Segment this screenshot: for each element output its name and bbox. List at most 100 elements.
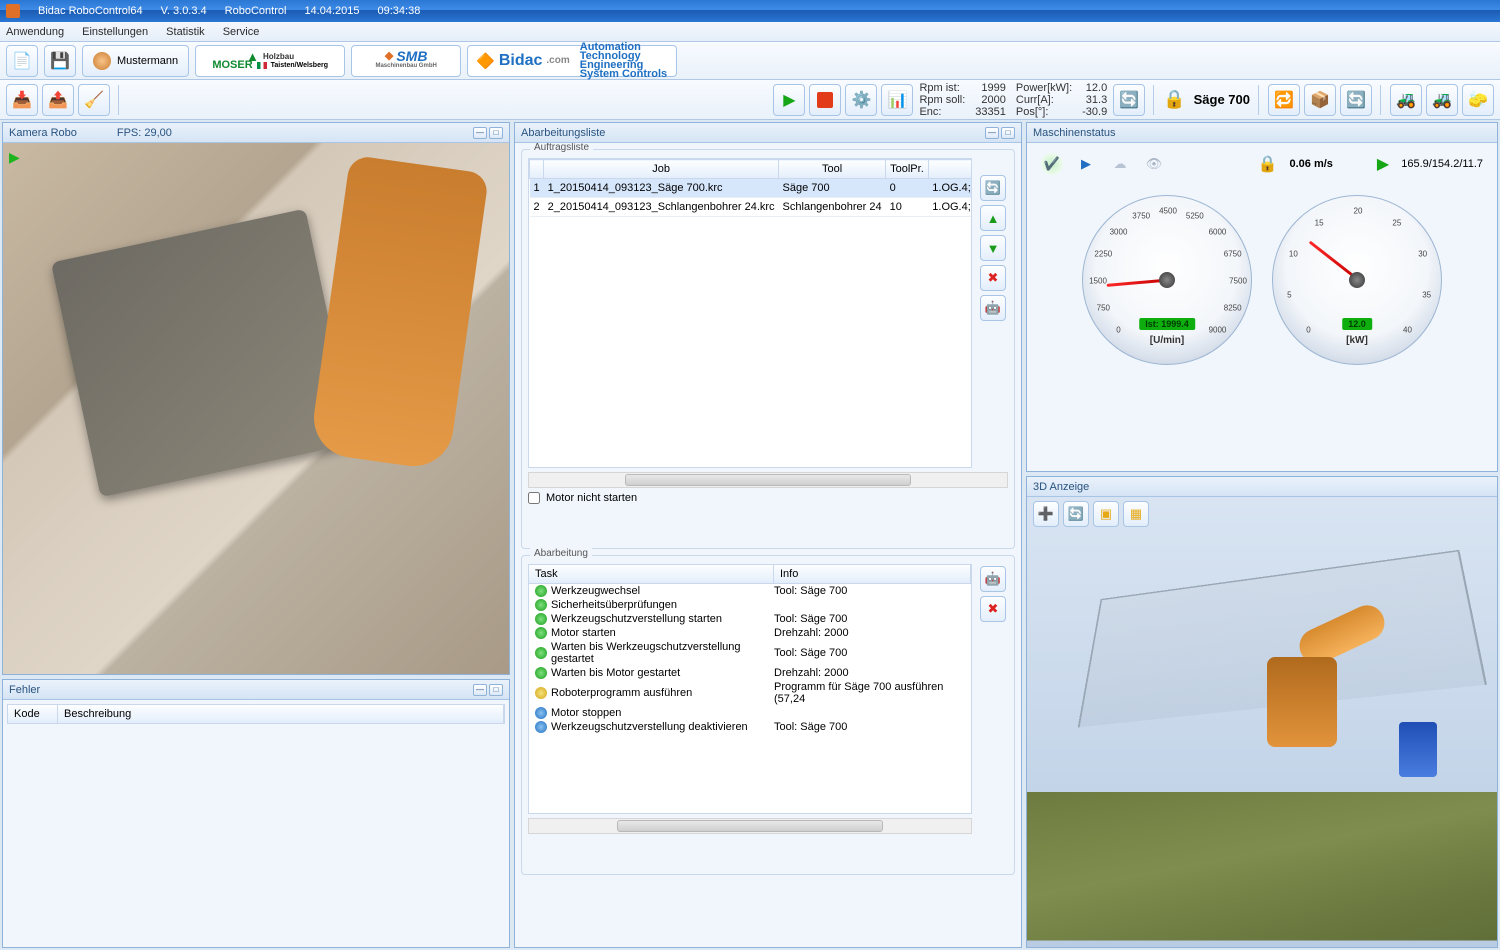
menu-service[interactable]: Service bbox=[223, 26, 260, 38]
task-robot-button[interactable]: 🤖 bbox=[980, 566, 1006, 592]
fehler-header: Kode Beschreibung bbox=[7, 704, 505, 724]
job-down-button[interactable]: ▼ bbox=[980, 235, 1006, 261]
menubar: Anwendung Einstellungen Statistik Servic… bbox=[0, 22, 1500, 42]
logo-smb: ◆SMB Maschinenbau GmbH bbox=[351, 45, 461, 77]
task-hscroll[interactable] bbox=[528, 818, 972, 834]
btn-new-doc[interactable]: 📄 bbox=[6, 45, 38, 77]
btn-save[interactable]: 💾 bbox=[44, 45, 76, 77]
status-eye-icon: 👁 bbox=[1143, 153, 1165, 175]
task-list[interactable]: Task Info WerkzeugwechselTool: Säge 700S… bbox=[528, 564, 972, 814]
panel-camera: Kamera Robo FPS: 29,00 —□ ▶ bbox=[2, 122, 510, 675]
status-ok-icon: ✔️ bbox=[1041, 153, 1063, 175]
3d-refresh-button[interactable]: 🔄 bbox=[1063, 501, 1089, 527]
job-refresh-button[interactable]: 🔄 bbox=[980, 175, 1006, 201]
btn-clean-track[interactable]: 🧽 bbox=[1462, 84, 1494, 116]
btn-package[interactable]: 📦 bbox=[1304, 84, 1336, 116]
user-name: Mustermann bbox=[117, 55, 178, 67]
logo-bidac: 🔶 Bidac.com Automation TechnologyEnginee… bbox=[467, 45, 677, 77]
motor-not-start-label: Motor nicht starten bbox=[546, 492, 637, 504]
panel-abarbeitungsliste: Abarbeitungsliste —□ Auftragsliste Job T… bbox=[514, 122, 1022, 948]
menu-statistik[interactable]: Statistik bbox=[166, 26, 205, 38]
motor-not-start-checkbox[interactable] bbox=[528, 492, 540, 504]
menu-anwendung[interactable]: Anwendung bbox=[6, 26, 64, 38]
ab-min-icon[interactable]: — bbox=[985, 127, 999, 139]
list-item[interactable]: WerkzeugwechselTool: Säge 700 bbox=[529, 584, 971, 598]
status-cloud-icon: ☁ bbox=[1109, 153, 1131, 175]
gauge-rpm: 0750150022503000375045005250600067507500… bbox=[1082, 195, 1252, 365]
btn-import[interactable]: 📥 bbox=[6, 84, 38, 116]
list-item[interactable]: Motor stoppen bbox=[529, 706, 971, 720]
threed-viewport[interactable]: ➕ 🔄 ▣ ▦ bbox=[1027, 497, 1497, 947]
3d-add-button[interactable]: ➕ bbox=[1033, 501, 1059, 527]
position-value: 165.9/154.2/11.7 bbox=[1401, 158, 1483, 170]
3d-cubes2-button[interactable]: ▦ bbox=[1123, 501, 1149, 527]
list-item[interactable]: Werkzeugschutzverstellung deaktivierenTo… bbox=[529, 720, 971, 734]
table-row[interactable]: 22_20150414_093123_Schlangenbohrer 24.kr… bbox=[530, 198, 973, 217]
btn-clear[interactable]: 🧹 bbox=[78, 84, 110, 116]
branding-bar: 📄 💾 Mustermann ▲Holzbau MOSERTaisten/Wel… bbox=[0, 42, 1500, 80]
table-row[interactable]: 11_20150414_093123_Säge 700.krcSäge 7000… bbox=[530, 179, 973, 198]
cam-max-icon[interactable]: □ bbox=[489, 127, 503, 139]
ab-max-icon[interactable]: □ bbox=[1001, 127, 1015, 139]
user-icon bbox=[93, 52, 111, 70]
list-item[interactable]: Warten bis Werkzeugschutzverstellung ges… bbox=[529, 640, 971, 666]
panel-abliste-title: Abarbeitungsliste bbox=[521, 127, 605, 139]
panel-3d-title: 3D Anzeige bbox=[1033, 481, 1089, 493]
panel-camera-title: Kamera Robo bbox=[9, 127, 77, 139]
status-dot-icon bbox=[535, 585, 547, 597]
btn-export[interactable]: 📤 bbox=[42, 84, 74, 116]
job-robot-button[interactable]: 🤖 bbox=[980, 295, 1006, 321]
job-hscroll[interactable] bbox=[528, 472, 1008, 488]
task-delete-button[interactable]: ✖ bbox=[980, 596, 1006, 622]
panel-fehler-title: Fehler bbox=[9, 684, 40, 696]
panel-fehler: Fehler —□ Kode Beschreibung bbox=[2, 679, 510, 948]
fps-readout: FPS: 29,00 bbox=[117, 127, 172, 139]
play-overlay-icon[interactable]: ▶ bbox=[9, 149, 20, 166]
btn-refresh2[interactable]: 🔄 bbox=[1340, 84, 1372, 116]
list-item[interactable]: Motor startenDrehzahl: 2000 bbox=[529, 626, 971, 640]
job-table[interactable]: Job Tool ToolPr. Info 11_20150414_093123… bbox=[529, 159, 972, 217]
btn-sync[interactable]: 🔁 bbox=[1268, 84, 1300, 116]
lock-icon: 🔒 bbox=[1163, 89, 1185, 110]
main-toolbar: 📥 📤 🧹 ▶ ⚙️ 📊 Rpm ist:1999 Power[kW]:12.0… bbox=[0, 80, 1500, 120]
title-version: V. 3.0.3.4 bbox=[161, 5, 207, 17]
play-button[interactable]: ▶ bbox=[773, 84, 805, 116]
status-dot-icon bbox=[535, 707, 547, 719]
btn-track-left[interactable]: 🚜 bbox=[1390, 84, 1422, 116]
cam-min-icon[interactable]: — bbox=[473, 127, 487, 139]
group-abarbeitung: Abarbeitung Task Info WerkzeugwechselToo… bbox=[521, 555, 1015, 875]
job-delete-button[interactable]: ✖ bbox=[980, 265, 1006, 291]
telemetry-readout: Rpm ist:1999 Power[kW]:12.0 Rpm soll:200… bbox=[919, 82, 1107, 118]
active-tool-label: Säge 700 bbox=[1194, 92, 1250, 107]
speed-value: 0.06 m/s bbox=[1290, 158, 1333, 170]
3d-cubes1-button[interactable]: ▣ bbox=[1093, 501, 1119, 527]
status-dot-icon bbox=[535, 599, 547, 611]
panel-maschinenstatus: Maschinenstatus ✔️ ▶ ☁ 👁 🔒 0.06 m/s ▶ 16… bbox=[1026, 122, 1498, 472]
refresh-telemetry-button[interactable]: 🔄 bbox=[1113, 84, 1145, 116]
title-date: 14.04.2015 bbox=[304, 5, 359, 17]
play-pos-icon: ▶ bbox=[1377, 154, 1389, 174]
title-name: RoboControl bbox=[225, 5, 287, 17]
job-up-button[interactable]: ▲ bbox=[980, 205, 1006, 231]
fehler-min-icon[interactable]: — bbox=[473, 684, 487, 696]
stop-button[interactable] bbox=[809, 84, 841, 116]
list-item[interactable]: Roboterprogramm ausführenProgramm für Sä… bbox=[529, 680, 971, 706]
title-time: 09:34:38 bbox=[378, 5, 421, 17]
btn-track-right[interactable]: 🚜 bbox=[1426, 84, 1458, 116]
status-dot-icon bbox=[535, 647, 547, 659]
list-item[interactable]: Werkzeugschutzverstellung startenTool: S… bbox=[529, 612, 971, 626]
status-icon-row: ✔️ ▶ ☁ 👁 🔒 0.06 m/s ▶ 165.9/154.2/11.7 bbox=[1027, 143, 1497, 185]
list-item[interactable]: Sicherheitsüberprüfungen bbox=[529, 598, 971, 612]
list-item[interactable]: Warten bis Motor gestartetDrehzahl: 2000 bbox=[529, 666, 971, 680]
status-dot-icon bbox=[535, 721, 547, 733]
group-auftragsliste: Auftragsliste Job Tool ToolPr. Info 11_2… bbox=[521, 149, 1015, 549]
app-icon bbox=[6, 4, 20, 18]
fehler-max-icon[interactable]: □ bbox=[489, 684, 503, 696]
user-chip[interactable]: Mustermann bbox=[82, 45, 189, 77]
menu-einstellungen[interactable]: Einstellungen bbox=[82, 26, 148, 38]
status-dot-icon bbox=[535, 667, 547, 679]
titlebar: Bidac RoboControl64 V. 3.0.3.4 RoboContr… bbox=[0, 0, 1500, 22]
gear-button[interactable]: ⚙️ bbox=[845, 84, 877, 116]
camera-feed: ▶ bbox=[3, 143, 509, 674]
chart-button[interactable]: 📊 bbox=[881, 84, 913, 116]
